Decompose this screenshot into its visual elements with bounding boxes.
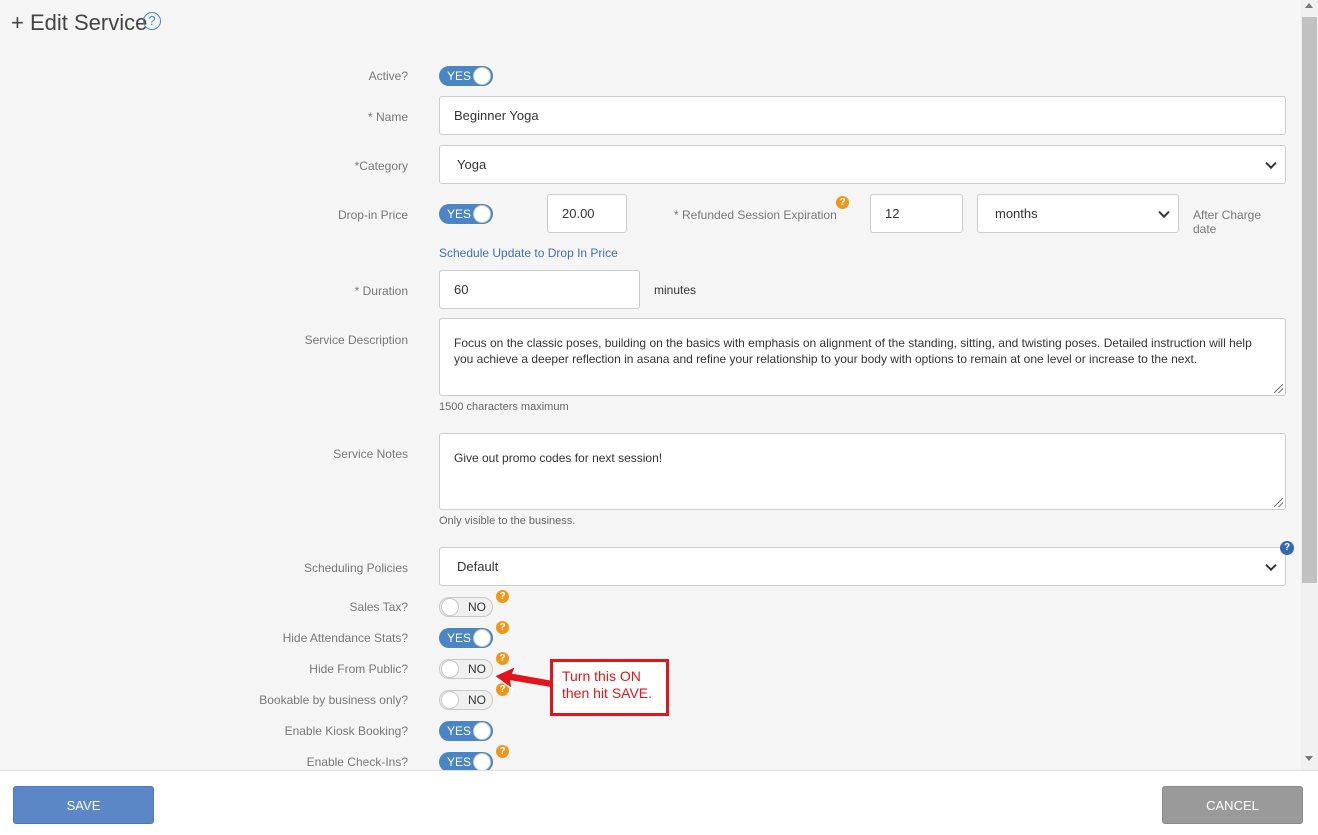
help-icon[interactable]: ? — [496, 590, 509, 603]
notes-textarea[interactable]: Give out promo codes for next session! — [439, 433, 1286, 510]
chevron-down-icon — [1265, 157, 1277, 169]
schedule-update-link[interactable]: Schedule Update to Drop In Price — [439, 246, 618, 260]
description-label: Service Description — [304, 333, 408, 347]
chevron-down-icon — [1265, 559, 1277, 571]
cancel-button[interactable]: CANCEL — [1162, 786, 1303, 824]
duration-input[interactable]: 60 — [439, 270, 640, 309]
sales-tax-label: Sales Tax? — [349, 600, 408, 614]
refund-expiration-input[interactable]: 12 — [870, 194, 963, 233]
refund-unit-select[interactable]: months — [977, 194, 1179, 233]
name-input[interactable]: Beginner Yoga — [439, 96, 1286, 135]
checkins-toggle[interactable]: YES — [439, 752, 493, 770]
toggle-knob — [441, 691, 459, 709]
vertical-scrollbar[interactable] — [1301, 0, 1318, 770]
hide-attendance-toggle[interactable]: YES — [439, 628, 493, 648]
notes-label: Service Notes — [333, 447, 408, 461]
help-icon[interactable]: ? — [143, 12, 161, 30]
scrollbar-thumb[interactable] — [1302, 17, 1317, 583]
page-title: + Edit Service — [11, 10, 148, 35]
hide-public-toggle[interactable]: NO — [439, 659, 493, 679]
scheduling-label: Scheduling Policies — [303, 561, 408, 575]
after-charge-label-2: date — [1193, 222, 1217, 236]
after-charge-label: After Charge — [1193, 208, 1262, 222]
hide-attendance-label: Hide Attendance Stats? — [282, 631, 408, 645]
chevron-down-icon — [1158, 206, 1170, 218]
checkins-label: Enable Check-Ins? — [306, 755, 408, 769]
category-label: *Category — [354, 159, 408, 173]
resize-handle[interactable] — [1274, 384, 1283, 393]
name-label: * Name — [367, 110, 408, 124]
scheduling-select[interactable]: Default — [439, 547, 1286, 586]
active-toggle[interactable]: YES — [439, 66, 493, 86]
bookable-business-toggle[interactable]: NO — [439, 690, 493, 710]
notes-hint: Only visible to the business. — [439, 515, 576, 527]
duration-unit: minutes — [654, 283, 697, 297]
active-label: Active? — [368, 69, 408, 83]
bookable-business-label: Bookable by business only? — [259, 693, 408, 707]
description-textarea[interactable]: Focus on the classic poses, building on … — [439, 318, 1286, 396]
kiosk-label: Enable Kiosk Booking? — [284, 724, 408, 738]
duration-label: * Duration — [354, 284, 408, 298]
scroll-up-icon[interactable] — [1305, 3, 1313, 8]
annotation-callout: Turn this ON then hit SAVE. — [550, 659, 669, 716]
toggle-knob — [441, 660, 459, 678]
resize-handle[interactable] — [1274, 498, 1283, 507]
toggle-knob — [473, 629, 491, 647]
help-icon[interactable]: ? — [1280, 541, 1294, 555]
description-hint: 1500 characters maximum — [439, 401, 569, 413]
help-icon[interactable]: ? — [496, 745, 509, 758]
edit-service-form: + Edit Service ? Active? YES * Name Begi… — [0, 0, 1301, 770]
toggle-knob — [473, 205, 491, 223]
dropin-price-input[interactable]: 20.00 — [547, 194, 627, 233]
save-button[interactable]: SAVE — [13, 786, 154, 824]
toggle-knob — [441, 598, 459, 616]
toggle-knob — [473, 722, 491, 740]
scroll-down-icon[interactable] — [1305, 756, 1313, 761]
toggle-knob — [473, 67, 491, 85]
refund-expiration-label: * Refunded Session Expiration — [674, 208, 837, 222]
footer-bar: SAVE CANCEL — [0, 770, 1318, 835]
toggle-knob — [473, 753, 491, 770]
category-select[interactable]: Yoga — [439, 145, 1286, 184]
sales-tax-toggle[interactable]: NO — [439, 597, 493, 617]
help-icon[interactable]: ? — [496, 621, 509, 634]
dropin-price-toggle[interactable]: YES — [439, 204, 493, 224]
help-icon[interactable]: ? — [836, 196, 849, 209]
hide-public-label: Hide From Public? — [309, 662, 408, 676]
dropin-price-label: Drop-in Price — [337, 208, 408, 222]
kiosk-toggle[interactable]: YES — [439, 721, 493, 741]
